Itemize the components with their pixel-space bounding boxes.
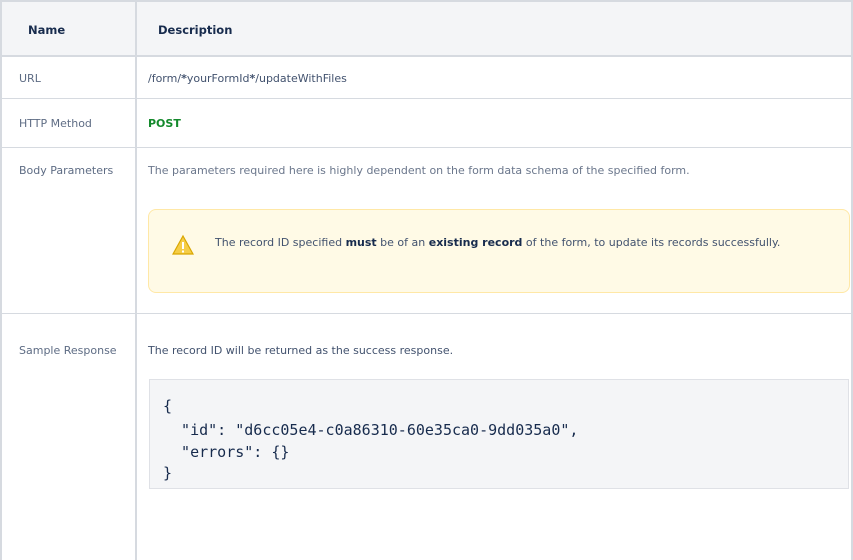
code-line: { [163, 397, 173, 415]
warning-panel: The record ID specified must be of an ex… [148, 209, 850, 293]
row-name: Body Parameters [19, 164, 114, 177]
table-row: HTTP Method POST [0, 99, 853, 148]
code-block: { "id": "d6cc05e4-c0a86310-60e35ca0-9dd0… [149, 379, 849, 489]
column-divider [135, 0, 137, 560]
body-params-value: The parameters required here is highly d… [148, 164, 690, 177]
code-line: "errors": {} [163, 443, 290, 461]
row-name: Sample Response [19, 344, 117, 357]
table-border-left [0, 0, 2, 560]
sample-response-value: The record ID will be returned as the su… [148, 344, 454, 357]
http-method-value: POST [148, 117, 181, 130]
code-line: "id": "d6cc05e4-c0a86310-60e35ca0-9dd035… [163, 421, 579, 439]
table-header: Name Description [0, 0, 853, 57]
url-value: /form/*yourFormId*/updateWithFiles [148, 72, 347, 85]
row-name: URL [19, 72, 41, 85]
table-row: URL /form/*yourFormId*/updateWithFiles [0, 57, 853, 99]
warning-icon [171, 234, 195, 259]
warning-text: The record ID specified must be of an ex… [215, 236, 781, 249]
header-description: Description [158, 23, 233, 37]
row-name: HTTP Method [19, 117, 92, 130]
code-line: } [163, 464, 173, 482]
header-name: Name [28, 23, 66, 37]
